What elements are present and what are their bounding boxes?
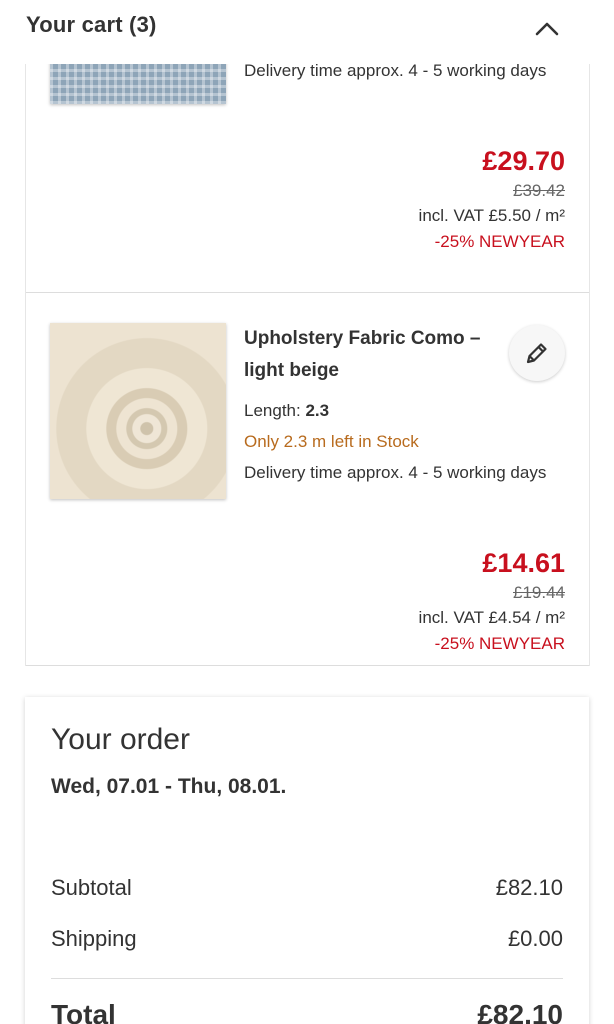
product-name[interactable]: Upholstery Fabric Como – light beige (244, 323, 494, 387)
item-old-price: £19.44 (513, 583, 565, 602)
order-summary: Your order Wed, 07.01 - Thu, 08.01. Subt… (25, 697, 589, 1024)
delivery-time: Delivery time approx. 4 - 5 working days (244, 64, 547, 80)
total-value: £82.10 (477, 999, 563, 1024)
pencil-icon (526, 343, 547, 364)
edit-item-button[interactable] (509, 325, 565, 381)
total-label: Total (51, 999, 116, 1024)
length-value: 2.3 (305, 401, 330, 420)
order-title: Your order (51, 723, 190, 756)
subtotal-value: £82.10 (495, 875, 563, 900)
delivery-time: Delivery time approx. 4 - 5 working days (244, 463, 547, 482)
delivery-dates: Wed, 07.01 - Thu, 08.01. (51, 775, 287, 798)
product-length: Length: 2.3 (244, 398, 564, 423)
item-vat: incl. VAT £5.50 / m² (418, 206, 565, 225)
cart-item-list: Delivery time approx. 4 - 5 working days… (25, 64, 590, 666)
cart-header[interactable]: Your cart (3) (0, 0, 614, 64)
item-vat: incl. VAT £4.54 / m² (418, 608, 565, 627)
shipping-label: Shipping (51, 926, 137, 951)
item-promo: -25% NEWYEAR (434, 232, 565, 251)
shipping-value: £0.00 (507, 926, 563, 951)
length-label: Length: (244, 401, 301, 420)
cart-item: Upholstery Fabric Como – light beige Len… (26, 293, 589, 666)
cart-item: Delivery time approx. 4 - 5 working days… (26, 64, 589, 293)
subtotal-label: Subtotal (51, 875, 132, 900)
product-image[interactable] (50, 64, 226, 104)
cart-page: Your cart (3) Delivery time approx. 4 - … (0, 0, 614, 1024)
chevron-up-icon[interactable] (532, 14, 562, 44)
stock-notice: Only 2.3 m left in Stock (244, 432, 419, 451)
item-price: £14.61 (482, 548, 565, 578)
shipping-row: Shipping £0.00 (51, 926, 563, 952)
item-old-price: £39.42 (513, 181, 565, 200)
cart-title: Your cart (3) (26, 12, 157, 37)
product-image[interactable] (50, 323, 226, 499)
item-promo: -25% NEWYEAR (434, 634, 565, 653)
total-row: Total £82.10 (51, 999, 563, 1024)
summary-divider (51, 978, 563, 979)
item-price: £29.70 (482, 146, 565, 176)
subtotal-row: Subtotal £82.10 (51, 875, 563, 901)
